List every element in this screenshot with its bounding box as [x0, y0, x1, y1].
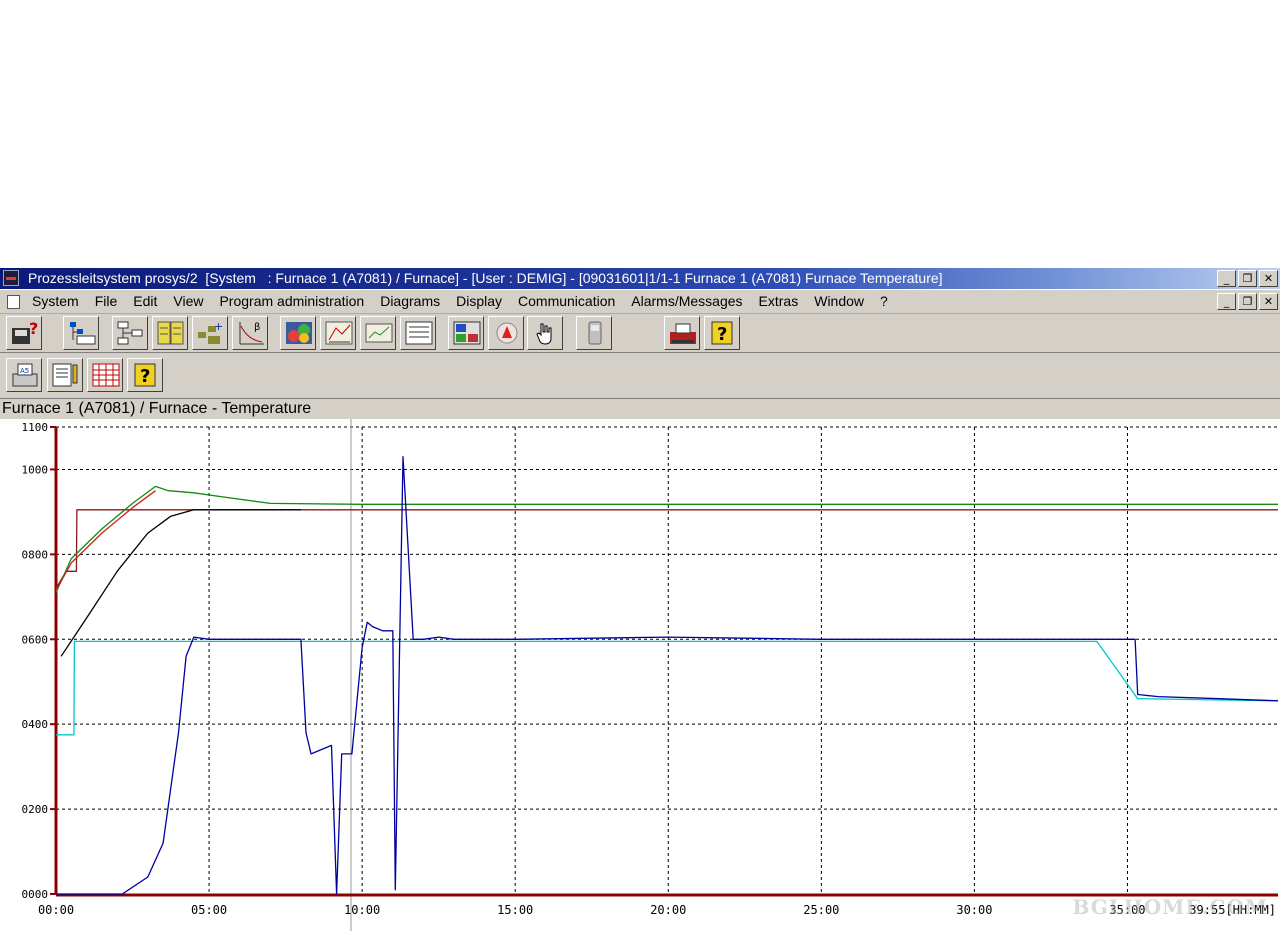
- window-title-bar[interactable]: Prozessleitsystem prosys/2 [System : Fur…: [0, 268, 1280, 289]
- program-list-button[interactable]: [152, 316, 188, 350]
- grid-table-button[interactable]: [87, 358, 123, 392]
- series-line-5: [60, 509, 301, 657]
- temperature-chart[interactable]: 0000 0200 0400 0600 0800 1000 1100 00:00 05:00 10…: [0, 419, 1280, 931]
- menu-file[interactable]: File: [95, 293, 118, 309]
- save-help-button[interactable]: ?: [6, 316, 42, 350]
- y-tick-label: 0400: [22, 718, 49, 731]
- menu-edit[interactable]: Edit: [133, 293, 157, 309]
- menu-view[interactable]: View: [173, 293, 203, 309]
- menu-window[interactable]: Window: [814, 293, 864, 309]
- menu-bar: System File Edit View Program administra…: [0, 290, 1280, 314]
- doc-close-button[interactable]: ✕: [1259, 293, 1278, 310]
- print-a5-button[interactable]: A5: [6, 358, 42, 392]
- menu-alarms-messages[interactable]: Alarms/Messages: [631, 293, 742, 309]
- print-a5-icon: A5: [12, 363, 38, 387]
- x-tick-label: 15:00: [497, 903, 533, 917]
- layout-icon: [453, 321, 481, 345]
- svg-text:+: +: [214, 320, 223, 333]
- program-list-icon: [157, 321, 184, 345]
- x-tick-label: 25:00: [803, 903, 839, 917]
- chart-area: 0000 0200 0400 0600 0800 1000 1100 00:00 05:00 10…: [0, 419, 1280, 931]
- document-edit-button[interactable]: [47, 358, 83, 392]
- tree-list-button[interactable]: [63, 316, 99, 350]
- hand-pointer-icon: [536, 323, 552, 345]
- program-add-icon: +: [198, 320, 223, 344]
- doc-restore-button[interactable]: ❐: [1238, 293, 1257, 310]
- chart-title: Furnace 1 (A7081) / Furnace - Temperatur…: [0, 399, 1280, 419]
- y-tick-label: 0000: [22, 888, 49, 901]
- help-book-icon: ?: [711, 321, 733, 345]
- y-tick-label: 0800: [22, 548, 49, 561]
- series-line-2: [55, 509, 1278, 589]
- minimize-button[interactable]: _: [1217, 270, 1236, 287]
- xy-plot-button[interactable]: [320, 316, 356, 350]
- menu-diagrams[interactable]: Diagrams: [380, 293, 440, 309]
- doc-minimize-button[interactable]: _: [1217, 293, 1236, 310]
- series-line-0: [56, 456, 1279, 895]
- series-line-3: [55, 485, 1278, 593]
- handheld-icon: [588, 321, 602, 345]
- menu-communication[interactable]: Communication: [518, 293, 615, 309]
- printer-alarm-icon: [670, 323, 696, 344]
- watermark: BGLHOME.COM: [1072, 895, 1268, 919]
- save-help-icon: ?: [12, 320, 38, 344]
- y-tick-label: 0200: [22, 803, 49, 816]
- x-tick-label: 10:00: [344, 903, 380, 917]
- series-line-4: [55, 490, 156, 591]
- report-button[interactable]: [400, 316, 436, 350]
- menu-system[interactable]: System: [32, 293, 79, 309]
- y-tick-label: 1100: [22, 421, 49, 434]
- menu-items: System File Edit View Program administra…: [32, 293, 904, 309]
- svg-text:?: ?: [29, 320, 38, 338]
- x-tick-label: 00:00: [38, 903, 74, 917]
- flowchart-button[interactable]: [112, 316, 148, 350]
- menu-help[interactable]: ?: [880, 293, 888, 309]
- svg-text:?: ?: [717, 324, 727, 345]
- series-line-1: [56, 640, 1279, 736]
- x-tick-label: 30:00: [956, 903, 992, 917]
- printer-alarm-button[interactable]: [664, 316, 700, 350]
- y-tick-label: 1000: [22, 463, 49, 476]
- svg-text:β: β: [254, 322, 260, 333]
- color-palette-icon: [286, 322, 312, 344]
- help-book-button-2[interactable]: ?: [127, 358, 163, 392]
- hand-pointer-button[interactable]: [527, 316, 563, 350]
- trend-button[interactable]: [360, 316, 396, 350]
- trend-icon: [365, 323, 393, 343]
- menu-extras[interactable]: Extras: [759, 293, 799, 309]
- curve-beta-icon: β: [239, 322, 264, 345]
- x-tick-label: 05:00: [191, 903, 227, 917]
- menu-display[interactable]: Display: [456, 293, 502, 309]
- window-title: Prozessleitsystem prosys/2 [System : Fur…: [28, 270, 943, 286]
- help-book-icon: ?: [134, 363, 156, 387]
- app-icon[interactable]: [3, 270, 19, 286]
- report-icon: [405, 321, 433, 345]
- alarm-icon: [496, 322, 518, 344]
- document-icon[interactable]: [7, 295, 20, 309]
- menu-program-administration[interactable]: Program administration: [219, 293, 364, 309]
- handheld-button[interactable]: [576, 316, 612, 350]
- flowchart-icon: [117, 321, 143, 345]
- document-edit-icon: [52, 363, 78, 387]
- restore-button[interactable]: ❐: [1238, 270, 1257, 287]
- main-toolbar: ? + β ?: [0, 314, 1280, 353]
- close-button[interactable]: ✕: [1259, 270, 1278, 287]
- alarm-button[interactable]: [488, 316, 524, 350]
- secondary-toolbar: A5 ?: [0, 353, 1280, 399]
- curve-beta-button[interactable]: β: [232, 316, 268, 350]
- program-add-button[interactable]: +: [192, 316, 228, 350]
- layout-button[interactable]: [448, 316, 484, 350]
- xy-plot-icon: [325, 321, 353, 345]
- svg-text:?: ?: [140, 366, 150, 387]
- window-controls: _ ❐ ✕: [1217, 270, 1278, 287]
- document-window-controls: _ ❐ ✕: [1217, 293, 1278, 310]
- x-tick-label: 20:00: [650, 903, 686, 917]
- tree-list-icon: [70, 322, 96, 345]
- help-book-button[interactable]: ?: [704, 316, 740, 350]
- svg-text:A5: A5: [20, 367, 29, 375]
- y-tick-label: 0600: [22, 633, 49, 646]
- grid-table-icon: [92, 363, 120, 387]
- color-palette-button[interactable]: [280, 316, 316, 350]
